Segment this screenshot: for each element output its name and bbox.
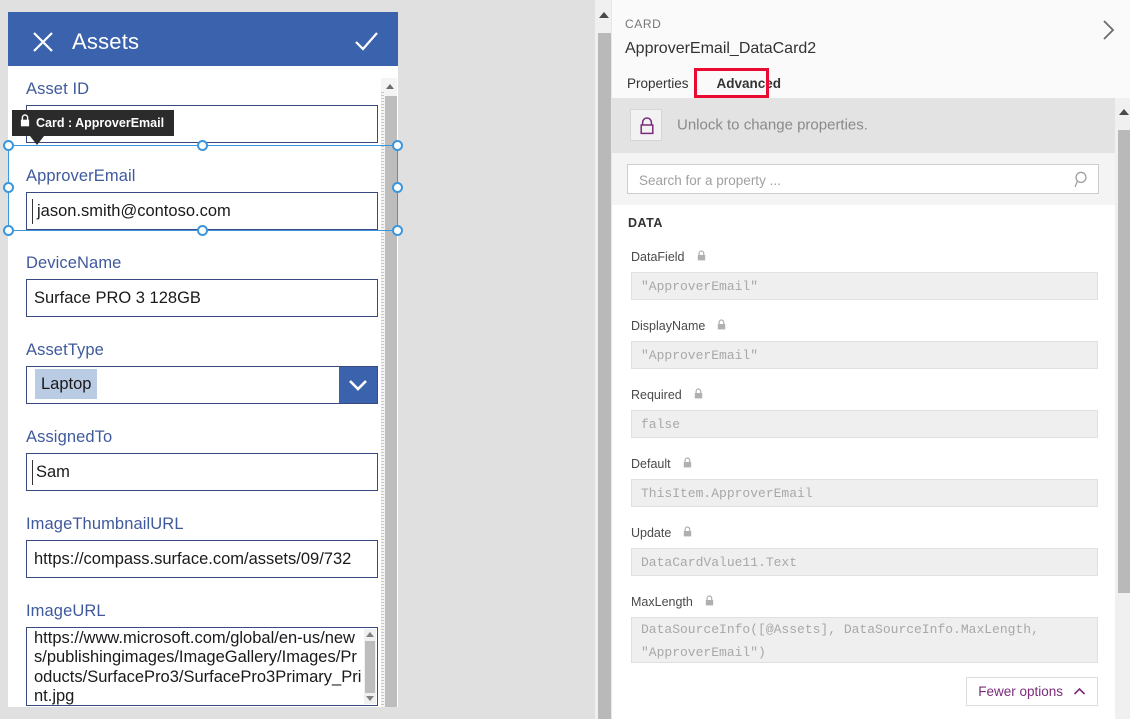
field-label: ImageURL: [26, 602, 106, 620]
scrollbar-thumb[interactable]: [385, 96, 397, 707]
tab-properties[interactable]: Properties: [625, 70, 703, 99]
property-required: Required false: [631, 386, 1098, 438]
chevron-right-icon[interactable]: [1101, 18, 1117, 47]
property-label: Update: [631, 526, 672, 540]
lock-icon: [20, 110, 30, 136]
property-value[interactable]: ThisItem.ApproverEmail: [631, 479, 1098, 507]
property-label: DataField: [631, 250, 685, 264]
property-label: MaxLength: [631, 595, 693, 609]
field-input[interactable]: Sam: [26, 453, 378, 491]
search-input[interactable]: [637, 165, 1061, 195]
fewer-options-button[interactable]: Fewer options: [966, 677, 1098, 706]
field-label: ImageThumbnailURL: [26, 515, 184, 533]
search-box[interactable]: [627, 164, 1099, 195]
unlock-message: Unlock to change properties.: [677, 116, 868, 134]
property-label: Required: [631, 388, 682, 402]
panel-header: CARD ApproverEmail_DataCard2 Properties …: [612, 0, 1130, 98]
field-value: Surface PRO 3 128GB: [34, 289, 201, 307]
field-input[interactable]: jason.smith@contoso.com: [26, 192, 378, 230]
property-label: Default: [631, 457, 671, 471]
unlock-banner[interactable]: Unlock to change properties.: [612, 98, 1130, 153]
property-default: Default ThisItem.ApproverEmail: [631, 455, 1098, 507]
scrollbar-thumb[interactable]: [1118, 130, 1130, 593]
property-value[interactable]: DataCardValue11.Text: [631, 548, 1098, 576]
fewer-options-label: Fewer options: [978, 684, 1063, 699]
field-label: AssetType: [26, 341, 104, 359]
property-search-row: [612, 153, 1130, 206]
form-field-devicename[interactable]: DeviceName Surface PRO 3 128GB: [26, 252, 378, 317]
property-value[interactable]: "ApproverEmail": [631, 341, 1098, 369]
text-caret: [32, 460, 33, 485]
lock-icon: [683, 455, 692, 473]
lock-icon: [705, 593, 714, 611]
app-root: Assets Asset ID ApproverEmail jason.smit…: [0, 0, 1130, 719]
scroll-up-icon[interactable]: [386, 84, 394, 89]
panel-control-name: ApproverEmail_DataCard2: [625, 40, 817, 57]
search-icon[interactable]: [1074, 171, 1091, 193]
tab-advanced[interactable]: Advanced: [703, 70, 796, 99]
form-field-assignedto[interactable]: AssignedTo Sam: [26, 426, 378, 491]
field-label: ApproverEmail: [26, 167, 136, 185]
scrollbar-track: [381, 92, 384, 707]
scroll-up-icon[interactable]: [599, 12, 609, 18]
tooltip-label: Card : ApproverEmail: [36, 116, 165, 130]
panel-tabs: Properties Advanced: [625, 70, 795, 99]
scrollbar-thumb[interactable]: [365, 641, 375, 693]
field-label: Asset ID: [26, 80, 90, 98]
text-caret: [32, 199, 33, 224]
app-title: Assets: [72, 29, 140, 54]
scroll-up-icon[interactable]: [1119, 109, 1129, 115]
app-preview-canvas[interactable]: Assets Asset ID ApproverEmail jason.smit…: [0, 0, 595, 719]
property-maxlength: MaxLength DataSourceInfo([@Assets], Data…: [631, 593, 1098, 663]
property-value[interactable]: DataSourceInfo([@Assets], DataSourceInfo…: [631, 617, 1098, 663]
properties-list: DATA DataField "ApproverEmail" DisplayNa…: [612, 205, 1130, 719]
field-value: https://compass.surface.com/assets/09/73…: [34, 550, 352, 568]
field-input[interactable]: https://compass.surface.com/assets/09/73…: [26, 540, 378, 578]
lock-icon: [694, 386, 703, 404]
form-field-imagethumbnailurl[interactable]: ImageThumbnailURL https://compass.surfac…: [26, 513, 378, 578]
lock-icon: [683, 524, 692, 542]
form-field-assettype[interactable]: AssetType Laptop: [26, 339, 378, 404]
properties-panel-scrollbar[interactable]: [1115, 98, 1130, 719]
edit-form: Asset ID ApproverEmail jason.smith@conto…: [8, 66, 398, 707]
combobox-selected-value: Laptop: [35, 369, 98, 399]
textarea-scrollbar[interactable]: [364, 629, 376, 704]
section-title-data: DATA: [628, 216, 663, 230]
field-label: AssignedTo: [26, 428, 113, 446]
app-header-bar: Assets: [8, 12, 398, 66]
property-update: Update DataCardValue11.Text: [631, 524, 1098, 576]
canvas-scrollbar[interactable]: [595, 0, 611, 719]
checkmark-icon[interactable]: [352, 28, 380, 56]
chevron-down-icon[interactable]: [339, 367, 377, 403]
field-value: https://www.microsoft.com/global/en-us/n…: [34, 629, 362, 706]
close-icon[interactable]: [30, 29, 56, 55]
scroll-up-icon[interactable]: [366, 632, 374, 637]
properties-panel: CARD ApproverEmail_DataCard2 Properties …: [611, 0, 1130, 719]
property-label: DisplayName: [631, 319, 706, 333]
property-displayname: DisplayName "ApproverEmail": [631, 317, 1098, 369]
property-datafield: DataField "ApproverEmail": [631, 248, 1098, 300]
field-value: Sam: [36, 463, 70, 481]
panel-eyebrow: CARD: [625, 17, 662, 31]
field-combobox[interactable]: Laptop: [26, 366, 378, 404]
scrollbar-thumb[interactable]: [598, 33, 611, 719]
lock-icon: [697, 248, 706, 266]
field-value: jason.smith@contoso.com: [37, 202, 231, 220]
property-value[interactable]: "ApproverEmail": [631, 272, 1098, 300]
chevron-up-icon: [1073, 684, 1086, 699]
lock-closed-icon[interactable]: [630, 109, 662, 141]
property-value[interactable]: false: [631, 410, 1098, 438]
card-tooltip: Card : ApproverEmail: [12, 110, 175, 145]
lock-icon: [717, 317, 726, 335]
field-textarea[interactable]: https://www.microsoft.com/global/en-us/n…: [26, 627, 378, 706]
form-scrollbar[interactable]: [381, 78, 397, 707]
tooltip-tail: [30, 136, 44, 145]
form-field-imageurl[interactable]: ImageURL https://www.microsoft.com/globa…: [26, 600, 378, 706]
scroll-down-icon[interactable]: [366, 696, 374, 701]
field-label: DeviceName: [26, 254, 122, 272]
form-field-approveremail[interactable]: ApproverEmail jason.smith@contoso.com: [26, 165, 378, 230]
field-input[interactable]: Surface PRO 3 128GB: [26, 279, 378, 317]
